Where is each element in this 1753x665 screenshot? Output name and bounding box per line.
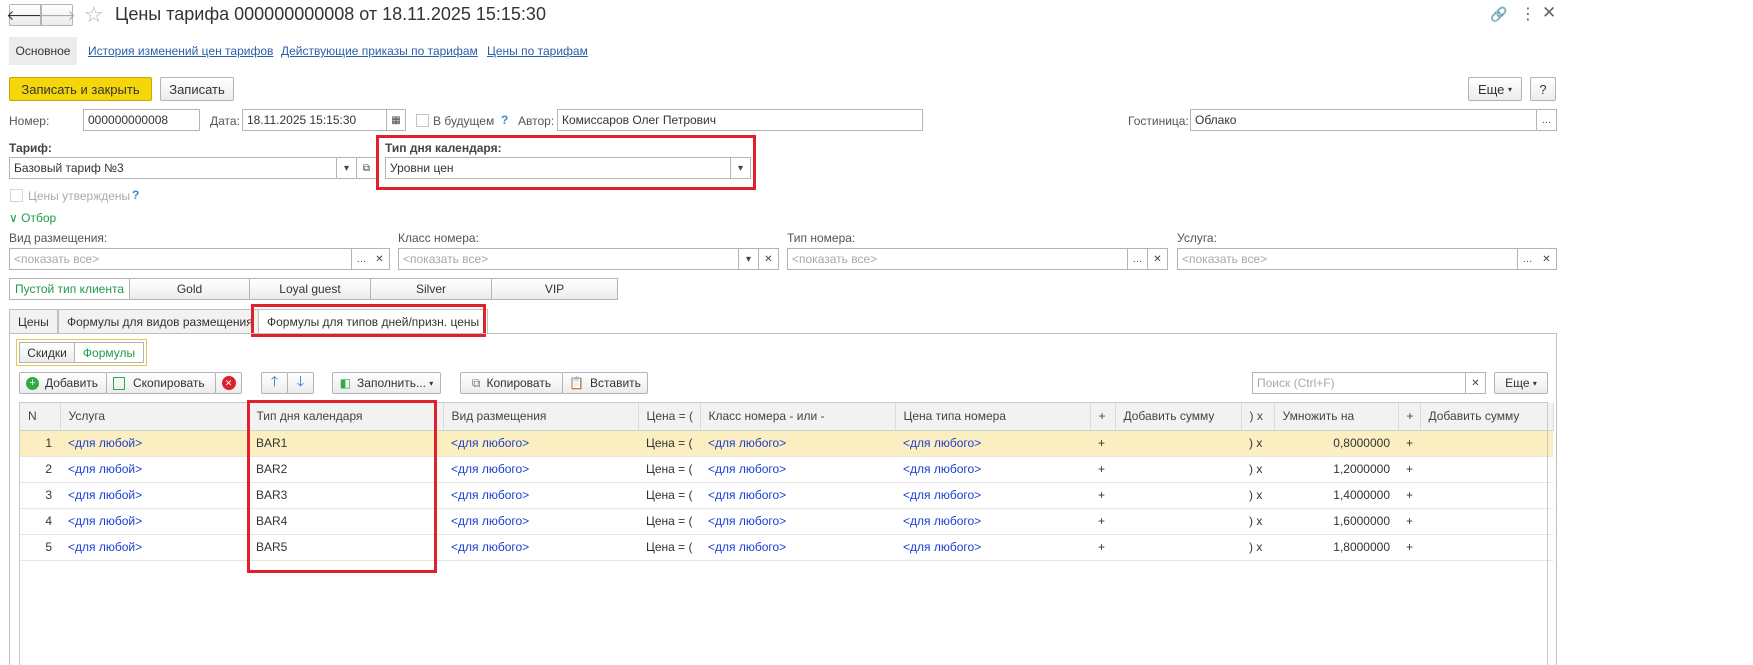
- filter-service-input[interactable]: <показать все>: [1177, 248, 1518, 270]
- author-field[interactable]: Комиссаров Олег Петрович: [557, 109, 923, 131]
- col-room-class[interactable]: Класс номера - или -: [700, 403, 896, 431]
- filter-class-label: Класс номера:: [398, 231, 479, 245]
- filter-toggle[interactable]: ∨ Отбор: [9, 211, 56, 225]
- date-label: Дата:: [210, 114, 240, 128]
- future-help-icon[interactable]: ?: [501, 113, 508, 127]
- move-down-button[interactable]: 🡓: [287, 372, 314, 394]
- link-price-history[interactable]: История изменений цен тарифов: [88, 44, 273, 58]
- delete-button[interactable]: ✕: [215, 372, 242, 394]
- link-active-orders[interactable]: Действующие приказы по тарифам: [281, 44, 478, 58]
- star-icon[interactable]: ☆: [84, 2, 104, 28]
- client-type-gold[interactable]: Gold: [129, 278, 250, 300]
- client-type-silver[interactable]: Silver: [370, 278, 492, 300]
- filter-room-type-label: Тип номера:: [787, 231, 856, 245]
- col-plus[interactable]: +: [1090, 403, 1116, 431]
- filter-service-select[interactable]: …: [1518, 248, 1538, 270]
- fill-icon: ◧: [339, 376, 352, 390]
- filter-class-input[interactable]: <показать все>: [398, 248, 739, 270]
- col-placement[interactable]: Вид размещения: [443, 403, 639, 431]
- page-title: Цены тарифа 000000000008 от 18.11.2025 1…: [115, 4, 546, 24]
- search-clear[interactable]: ✕: [1466, 372, 1486, 394]
- tariff-dropdown-icon[interactable]: ▾: [337, 157, 357, 179]
- hotel-select-button[interactable]: …: [1537, 109, 1557, 131]
- tab-main[interactable]: Основное: [9, 37, 77, 65]
- filter-placement-label: Вид размещения:: [9, 231, 108, 245]
- copy-row-button[interactable]: Скопировать: [106, 372, 216, 394]
- add-button[interactable]: + Добавить: [19, 372, 107, 394]
- client-type-empty[interactable]: Пустой тип клиента: [9, 278, 130, 300]
- day-type-column-highlight: [247, 400, 437, 573]
- paste-button[interactable]: 📋 Вставить: [562, 372, 648, 394]
- filter-class-clear[interactable]: ✕: [759, 248, 779, 270]
- col-room-type-price[interactable]: Цена типа номера: [895, 403, 1091, 431]
- tariff-open-icon[interactable]: ⧉: [357, 157, 377, 179]
- client-type-vip[interactable]: VIP: [491, 278, 618, 300]
- approved-help-icon[interactable]: ?: [132, 188, 139, 202]
- filter-service-label: Услуга:: [1177, 231, 1217, 245]
- close-icon[interactable]: ✕: [1542, 3, 1556, 23]
- filter-room-type-select[interactable]: …: [1128, 248, 1148, 270]
- future-label: В будущем: [433, 114, 495, 128]
- future-checkbox[interactable]: [416, 114, 429, 127]
- filter-placement-select[interactable]: …: [352, 248, 372, 270]
- col-close[interactable]: ) x: [1241, 403, 1275, 431]
- back-button[interactable]: 🡐: [6, 4, 44, 26]
- forward-button[interactable]: 🡒: [38, 4, 76, 26]
- number-label: Номер:: [9, 114, 50, 128]
- subtab-formulas[interactable]: Формулы: [74, 342, 144, 363]
- save-and-close-button[interactable]: Записать и закрыть: [9, 77, 152, 101]
- col-price[interactable]: Цена = (: [638, 403, 701, 431]
- calendar-icon[interactable]: ▦: [386, 109, 406, 131]
- copy-button[interactable]: ⧉ Копировать: [460, 372, 563, 394]
- filter-placement-input[interactable]: <показать все>: [9, 248, 352, 270]
- filter-class-dropdown[interactable]: ▾: [739, 248, 759, 270]
- fill-button[interactable]: ◧ Заполнить... ▾: [332, 372, 441, 394]
- number-field[interactable]: 000000000008: [83, 109, 200, 131]
- help-button[interactable]: ?: [1530, 77, 1556, 101]
- plus-circle-icon: +: [26, 376, 39, 390]
- paste-icon: 📋: [569, 376, 585, 390]
- tab-prices[interactable]: Цены: [9, 309, 58, 333]
- client-type-loyal[interactable]: Loyal guest: [249, 278, 371, 300]
- move-up-button[interactable]: 🡑: [261, 372, 288, 394]
- hotel-label: Гостиница:: [1128, 114, 1189, 128]
- table-more-button[interactable]: Еще ▾: [1494, 372, 1548, 394]
- arrow-up-icon: 🡑: [270, 373, 279, 389]
- filter-room-type-input[interactable]: <показать все>: [787, 248, 1128, 270]
- search-input[interactable]: Поиск (Ctrl+F): [1252, 372, 1466, 394]
- subtab-discounts[interactable]: Скидки: [19, 342, 75, 363]
- link-icon[interactable]: 🔗: [1490, 6, 1507, 23]
- approved-checkbox[interactable]: [10, 189, 23, 202]
- filter-placement-clear[interactable]: ✕: [370, 248, 390, 270]
- delete-icon: ✕: [221, 376, 236, 390]
- col-add-sum2[interactable]: Добавить сумму: [1420, 403, 1554, 431]
- hotel-field[interactable]: Облако: [1190, 109, 1537, 131]
- copy-icon: ⧉: [471, 375, 481, 390]
- col-n[interactable]: N: [20, 403, 61, 431]
- col-add-sum[interactable]: Добавить сумму: [1115, 403, 1242, 431]
- kebab-menu-icon[interactable]: ⋮: [1520, 4, 1536, 24]
- arrow-down-icon: 🡓: [296, 373, 305, 389]
- day-type-highlight: [376, 135, 756, 190]
- filter-room-type-clear[interactable]: ✕: [1148, 248, 1168, 270]
- more-button[interactable]: Еще ▾: [1468, 77, 1522, 101]
- author-label: Автор:: [518, 114, 555, 128]
- col-plus2[interactable]: +: [1398, 403, 1421, 431]
- link-prices-by-tariff[interactable]: Цены по тарифам: [487, 44, 588, 58]
- chevron-down-icon: ∨: [9, 211, 18, 225]
- col-service[interactable]: Услуга: [60, 403, 249, 431]
- approved-label: Цены утверждены: [28, 189, 131, 203]
- date-field[interactable]: 18.11.2025 15:15:30: [242, 109, 387, 131]
- tariff-label: Тариф:: [9, 141, 52, 155]
- tab-placement-formulas[interactable]: Формулы для видов размещения: [58, 309, 262, 333]
- col-multiply[interactable]: Умножить на: [1274, 403, 1399, 431]
- save-button[interactable]: Записать: [160, 77, 234, 101]
- copy-row-icon: [113, 376, 125, 390]
- tariff-field[interactable]: Базовый тариф №3: [9, 157, 337, 179]
- filter-service-clear[interactable]: ✕: [1537, 248, 1557, 270]
